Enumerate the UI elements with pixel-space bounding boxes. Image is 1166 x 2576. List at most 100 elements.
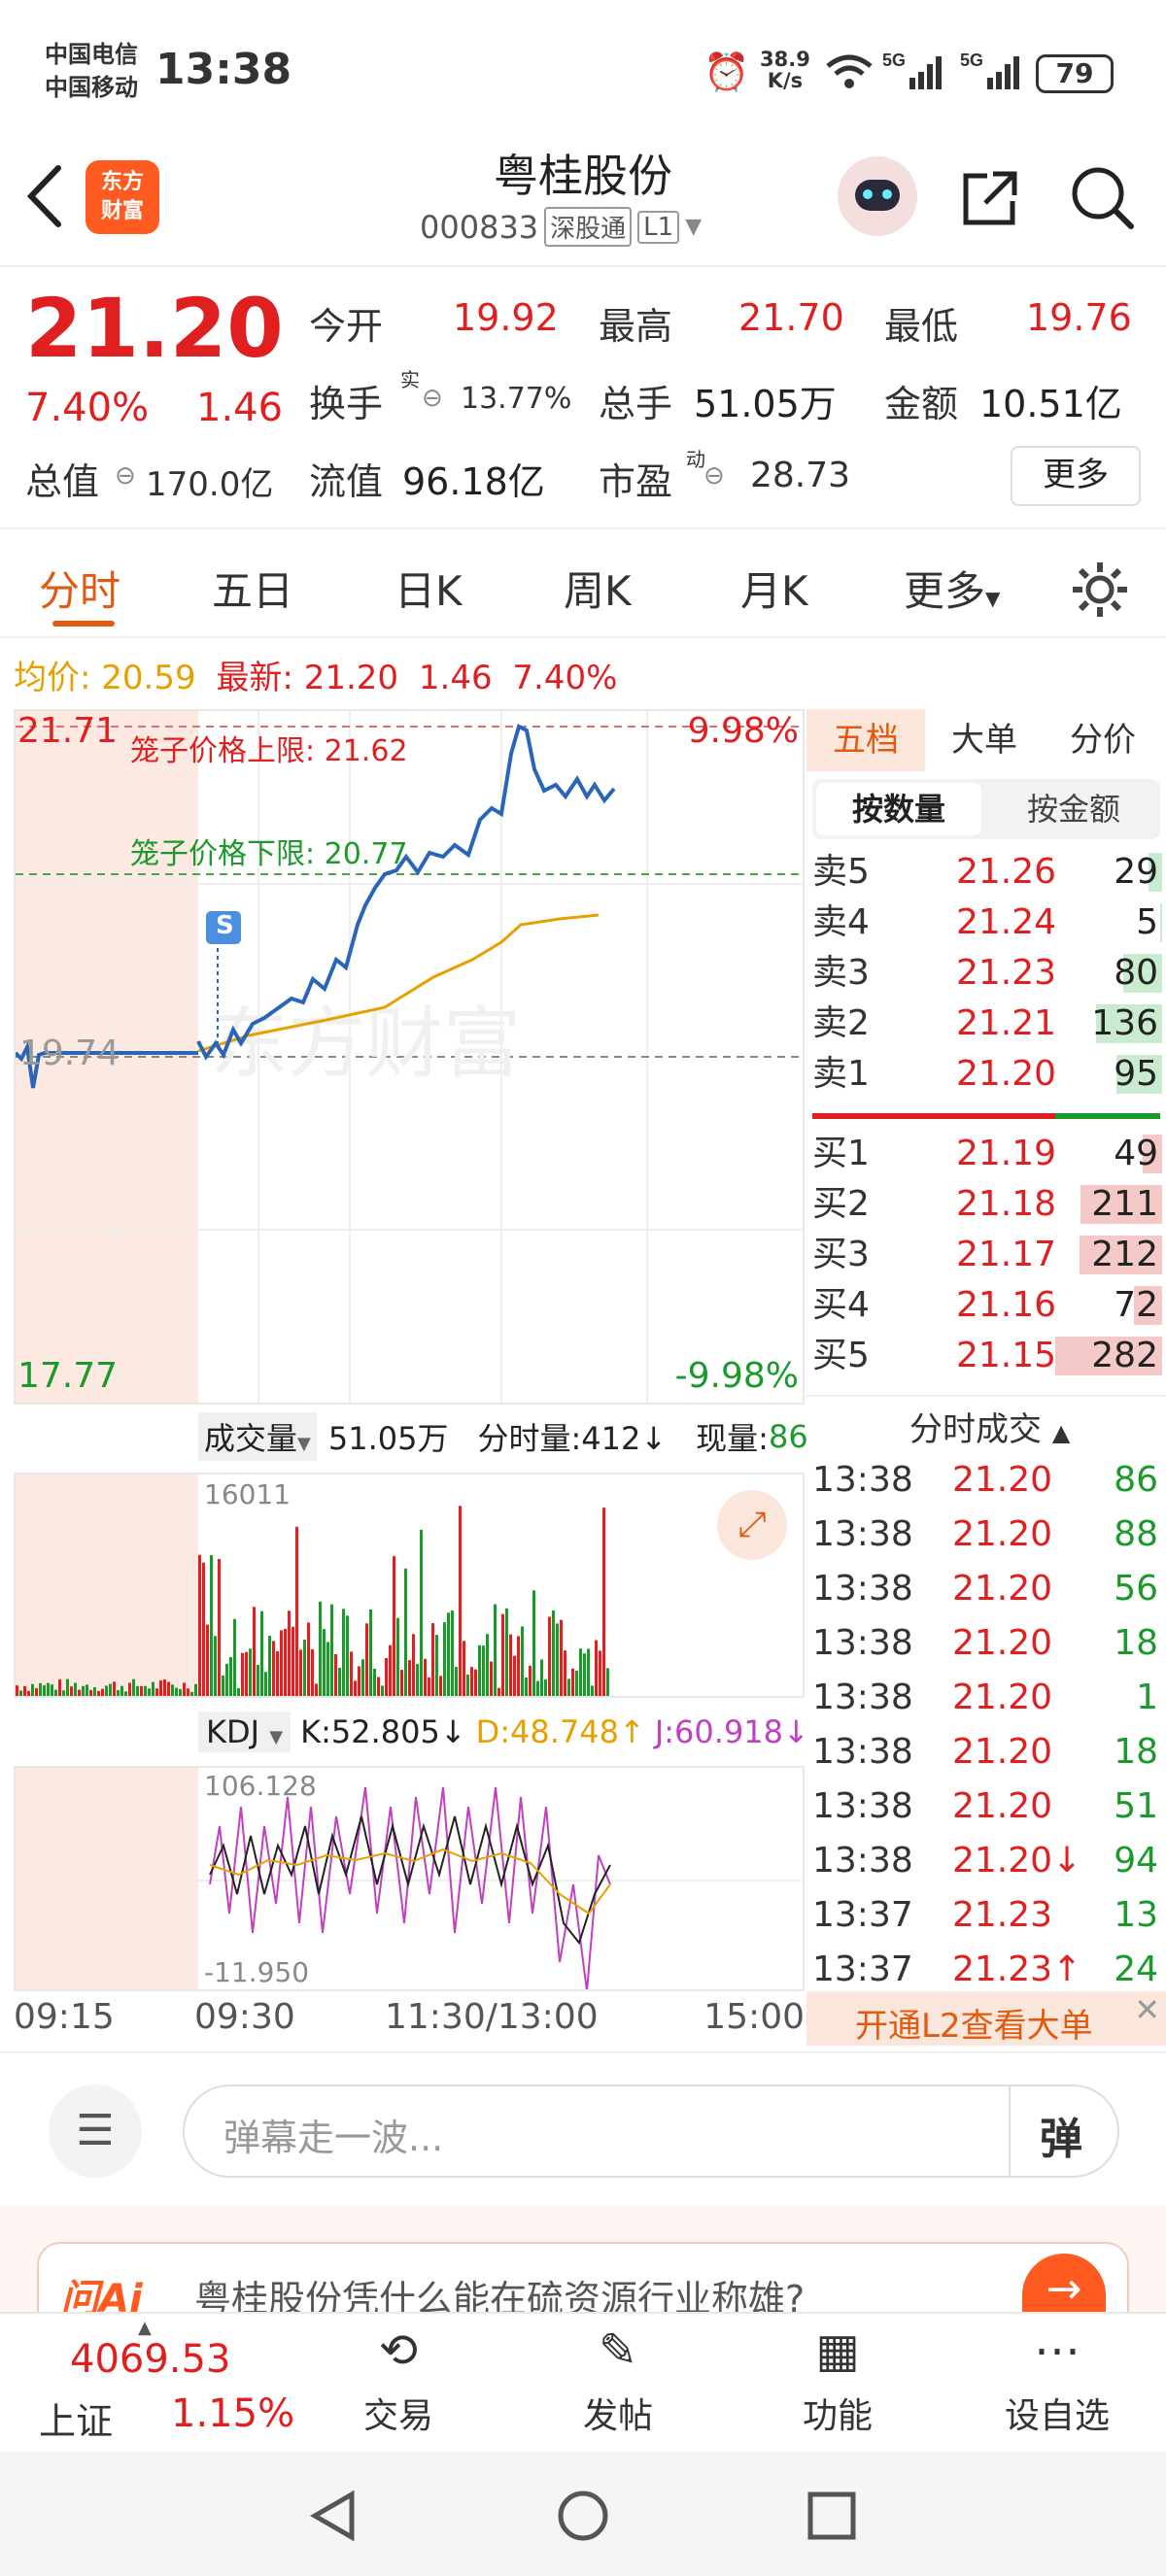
ask-row-2[interactable]: 卖2 21.21 136 — [812, 999, 1166, 1049]
volume-chart[interactable]: 16011 ⤢ — [14, 1473, 805, 1698]
volume-bar — [583, 1653, 586, 1696]
index-value: 4069.53 — [70, 2337, 231, 2382]
tab-5day[interactable]: 五日 — [212, 559, 293, 618]
system-home-icon[interactable] — [556, 2489, 610, 2543]
nav-post[interactable]: ✎ 发帖 — [531, 2323, 705, 2438]
tab-intraday[interactable]: 分时 — [39, 559, 120, 618]
volume-bar — [62, 1690, 65, 1696]
settings-gear-icon[interactable] — [1069, 559, 1131, 621]
volume-panel: 成交量▼ 51.05万 分时量:412↓ 现量: 86 16011 ⤢ — [14, 1408, 808, 1700]
tick-row-10[interactable]: 13:37 21.23↑ 24 — [812, 1943, 1166, 1997]
danmaku-input[interactable]: 弹幕走一波... 弹 — [183, 2085, 1119, 2178]
volume-bar — [505, 1608, 508, 1696]
app-logo[interactable]: 东方 财富 — [86, 160, 159, 234]
volume-bar — [268, 1635, 271, 1696]
ticks-title[interactable]: 分时成交 ▲ — [909, 1403, 1070, 1450]
share-icon[interactable] — [958, 166, 1022, 230]
ask-row-4[interactable]: 卖4 21.24 5 — [812, 898, 1166, 948]
tick-row-8[interactable]: 13:38 21.20↓ 94 — [812, 1834, 1166, 1888]
volume-bar — [54, 1689, 57, 1696]
info-icon-turnover[interactable]: ⊖ — [422, 384, 443, 413]
tab-more[interactable]: 更多▼ — [904, 559, 1000, 618]
tab-daily[interactable]: 日K — [394, 559, 463, 618]
danmaku-toggle-button[interactable]: 弹 — [1040, 2104, 1082, 2166]
tab-big-orders[interactable]: 大单 — [925, 709, 1044, 771]
search-icon[interactable] — [1067, 162, 1137, 232]
bid-ask-ratio-red — [812, 1113, 1055, 1119]
last-price: 21.20 — [25, 281, 284, 376]
bid-row-5[interactable]: 买5 21.15 282 — [812, 1331, 1166, 1381]
system-back-icon[interactable] — [307, 2489, 360, 2543]
ask-row-3[interactable]: 卖3 21.23 80 — [812, 948, 1166, 999]
bid-row-2[interactable]: 买2 21.18 211 — [812, 1179, 1166, 1230]
danmaku-settings-icon[interactable]: ☰ — [49, 2085, 142, 2178]
more-button[interactable]: 更多 — [1011, 446, 1141, 506]
row-label: 13:38 — [812, 1732, 913, 1772]
ai-question-card[interactable]: 问Ai 粤桂股份凭什么能在硫资源行业称雄? → — [37, 2242, 1129, 2322]
tab-weekly[interactable]: 周K — [564, 559, 632, 618]
volume-bar — [171, 1684, 174, 1696]
bid-row-4[interactable]: 买4 21.16 72 — [812, 1280, 1166, 1331]
row-price: 21.20 — [952, 1623, 1053, 1663]
expand-icon[interactable]: ⤢ — [717, 1490, 787, 1560]
bid-row-1[interactable]: 买1 21.19 49 — [812, 1129, 1166, 1179]
tick-row-4[interactable]: 13:38 21.20 18 — [812, 1616, 1166, 1671]
tab-five-levels[interactable]: 五档 — [806, 709, 925, 771]
volume-per-min: 分时量:412↓ — [477, 1420, 668, 1457]
nav-functions[interactable]: ▦ 功能 — [750, 2323, 925, 2438]
volume-bar — [443, 1622, 446, 1696]
ask-row-1[interactable]: 卖1 21.20 95 — [812, 1049, 1166, 1100]
ask-row-5[interactable]: 卖5 21.26 29 — [812, 847, 1166, 898]
volume-bar — [257, 1664, 259, 1696]
tick-row-6[interactable]: 13:38 21.20 18 — [812, 1725, 1166, 1779]
tick-row-1[interactable]: 13:38 21.20 86 — [812, 1453, 1166, 1508]
turnover-value: 13.77% — [461, 382, 572, 416]
bid-row-3[interactable]: 买3 21.17 212 — [812, 1230, 1166, 1280]
volume-bar — [58, 1678, 61, 1696]
volume-bar — [113, 1681, 116, 1696]
kdj-indicator-select[interactable]: KDJ ▼ — [198, 1712, 292, 1752]
index-pct: 1.15% — [171, 2391, 295, 2436]
subtab-by-amount[interactable]: 按金额 — [991, 783, 1156, 835]
tab-price-dist[interactable]: 分价 — [1044, 709, 1162, 771]
tick-row-5[interactable]: 13:38 21.20 1 — [812, 1671, 1166, 1725]
volume-bars-svg — [16, 1506, 609, 1696]
stock-name: 粤桂股份 — [494, 150, 672, 202]
ai-robot-icon[interactable] — [838, 156, 917, 236]
info-icon-pe[interactable]: ⊖ — [703, 461, 725, 491]
nav-watchlist[interactable]: ⋯ 设自选 — [970, 2323, 1145, 2438]
volume-bar — [459, 1506, 462, 1696]
high-label: 最高 — [599, 305, 673, 348]
tick-row-7[interactable]: 13:38 21.20 51 — [812, 1779, 1166, 1834]
back-icon[interactable] — [23, 162, 66, 230]
index-ticker[interactable]: ▲ 4069.53 上证 1.15% — [0, 2314, 295, 2452]
tick-row-9[interactable]: 13:37 21.23 13 — [812, 1888, 1166, 1943]
caret-up-icon: ▲ — [1051, 1419, 1071, 1446]
nav-trade[interactable]: ⟲ 交易 — [311, 2323, 486, 2438]
s-marker[interactable]: S — [216, 911, 234, 940]
l2-promo-text: 开通L2查看大单 — [855, 2007, 1093, 2046]
l2-promo-banner[interactable]: 开通L2查看大单 ✕ — [806, 1991, 1166, 2046]
volume-bar — [276, 1651, 279, 1696]
system-recents-icon[interactable] — [806, 2491, 857, 2541]
avg-info-row: 均价: 20.59 最新: 21.20 1.46 7.40% — [14, 651, 617, 698]
info-icon-mktcap[interactable]: ⊖ — [115, 461, 136, 491]
volume-bar — [361, 1659, 364, 1696]
close-icon[interactable]: ✕ — [1134, 1991, 1160, 2028]
tab-monthly[interactable]: 月K — [740, 559, 808, 618]
y-top-pct: 9.98% — [687, 711, 799, 751]
volume-bar — [599, 1650, 601, 1696]
volume-bar — [365, 1623, 368, 1696]
tick-row-2[interactable]: 13:38 21.20 88 — [812, 1508, 1166, 1562]
tick-row-3[interactable]: 13:38 21.20 56 — [812, 1562, 1166, 1616]
subtab-by-qty[interactable]: 按数量 — [816, 783, 981, 835]
volume-bar — [260, 1610, 263, 1696]
carrier-2: 中国移动 — [45, 74, 138, 101]
volume-bar — [152, 1681, 154, 1696]
kdj-chart[interactable]: 106.128 -11.950 — [14, 1766, 805, 1991]
stock-code-row[interactable]: 000833 深股通 L1 ▼ — [420, 207, 702, 247]
volume-indicator-select[interactable]: 成交量▼ — [198, 1412, 317, 1461]
intraday-price-chart[interactable]: 东方财富 S 21.71 9.98% 19.74 17.77 -9.98% 笼子… — [14, 709, 805, 1405]
tab-more-label: 更多 — [904, 567, 986, 615]
nav-watchlist-label: 设自选 — [1004, 2396, 1110, 2436]
